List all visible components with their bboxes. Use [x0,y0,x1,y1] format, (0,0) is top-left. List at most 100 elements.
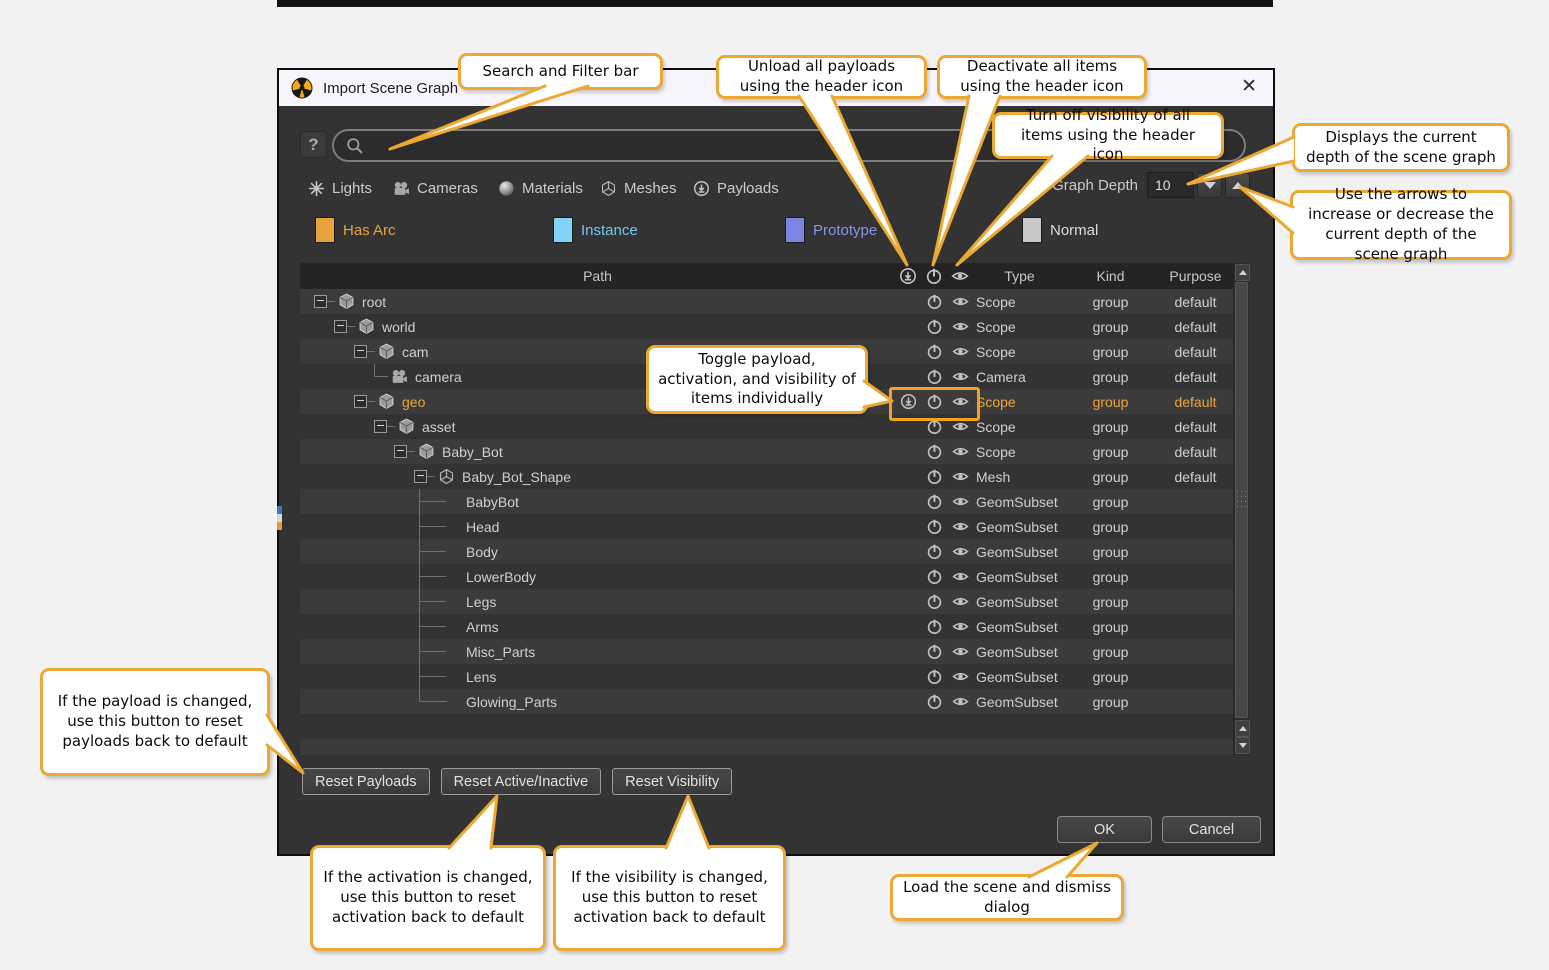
scroll-up-button-bottom[interactable] [1235,720,1250,737]
expander-icon[interactable] [374,420,387,433]
table-row[interactable]: worldScopegroupdefault [300,314,1233,339]
visibility-toggle-icon[interactable] [952,518,969,535]
activation-toggle-icon[interactable] [926,618,943,635]
depth-decrease-button[interactable] [1197,173,1222,198]
close-icon[interactable]: ✕ [1241,75,1257,98]
activation-toggle-icon[interactable] [926,418,943,435]
filter-item-payloads[interactable]: Payloads [693,176,779,200]
callout-visibility: Turn off visibility of all items using t… [992,112,1224,159]
tree-item-label: Baby_Bot_Shape [462,469,571,485]
visibility-toggle-icon[interactable] [952,668,969,685]
graph-depth-input[interactable] [1147,172,1194,198]
reset-payloads-button[interactable]: Reset Payloads [302,768,430,795]
visibility-toggle-icon[interactable] [952,618,969,635]
table-row[interactable]: Baby_Bot_ShapeMeshgroupdefault [300,464,1233,489]
activation-toggle-icon[interactable] [926,393,943,410]
expander-icon[interactable] [314,295,327,308]
visibility-toggle-icon[interactable] [952,368,969,385]
visibility-toggle-icon[interactable] [952,343,969,360]
tree-item-label: BabyBot [466,494,519,510]
table-row[interactable]: Glowing_PartsGeomSubsetgroup [300,689,1233,714]
expander-icon[interactable] [414,470,427,483]
column-header-path[interactable]: Path [300,263,895,289]
visibility-toggle-icon[interactable] [952,643,969,660]
expander-icon[interactable] [354,345,367,358]
activation-toggle-icon[interactable] [926,343,943,360]
payload-toggle-icon[interactable] [900,393,917,410]
table-row[interactable]: Misc_PartsGeomSubsetgroup [300,639,1233,664]
table-row[interactable]: rootScopegroupdefault [300,289,1233,314]
visibility-toggle-icon[interactable] [952,468,969,485]
deactivate-all-icon[interactable] [925,267,943,285]
activation-toggle-icon[interactable] [926,293,943,310]
expander-icon[interactable] [354,395,367,408]
scrollbar-thumb[interactable] [1235,282,1248,718]
column-header-type[interactable]: Type [973,268,1063,284]
scroll-down-button[interactable] [1235,737,1250,754]
cell-kind: group [1063,444,1158,460]
table-row[interactable]: LensGeomSubsetgroup [300,664,1233,689]
material-sphere-icon [498,180,515,197]
table-row[interactable]: LowerBodyGeomSubsetgroup [300,564,1233,589]
ok-button[interactable]: OK [1057,816,1152,843]
activation-toggle-icon[interactable] [926,668,943,685]
table-row[interactable]: HeadGeomSubsetgroup [300,514,1233,539]
column-header-kind[interactable]: Kind [1063,268,1158,284]
activation-toggle-icon[interactable] [926,643,943,660]
filter-item-meshes[interactable]: Meshes [600,176,677,200]
filter-item-cameras[interactable]: Cameras [393,176,478,200]
table-row[interactable]: LegsGeomSubsetgroup [300,589,1233,614]
scroll-up-button[interactable] [1235,264,1250,281]
activation-toggle-icon[interactable] [926,318,943,335]
visibility-toggle-icon[interactable] [952,418,969,435]
activation-toggle-icon[interactable] [926,593,943,610]
triangle-up-icon [1239,270,1247,275]
visibility-toggle-icon[interactable] [952,593,969,610]
cell-type: GeomSubset [973,694,1063,710]
cell-kind: group [1063,644,1158,660]
activation-toggle-icon[interactable] [926,518,943,535]
expander-icon[interactable] [334,320,347,333]
expander-icon[interactable] [394,445,407,458]
visibility-all-icon[interactable] [951,267,969,285]
activation-toggle-icon[interactable] [926,368,943,385]
activation-toggle-icon[interactable] [926,568,943,585]
activation-toggle-icon[interactable] [926,543,943,560]
left-edge-artifact [277,506,282,530]
filter-item-materials[interactable]: Materials [498,176,583,200]
activation-toggle-icon[interactable] [926,468,943,485]
help-button[interactable]: ? [300,131,327,158]
reset-active-inactive-button[interactable]: Reset Active/Inactive [441,768,602,795]
cell-kind: group [1063,569,1158,585]
visibility-toggle-icon[interactable] [952,693,969,710]
cancel-button[interactable]: Cancel [1162,816,1261,843]
vertical-scrollbar[interactable] [1233,263,1249,755]
table-row[interactable]: Baby_BotScopegroupdefault [300,439,1233,464]
filter-item-lights[interactable]: Lights [308,176,372,200]
depth-increase-button[interactable] [1225,173,1250,198]
filter-label: Meshes [624,180,677,197]
callout-text: Unload all payloads using the header ico… [728,57,915,97]
activation-toggle-icon[interactable] [926,693,943,710]
visibility-toggle-icon[interactable] [952,443,969,460]
table-row[interactable]: assetScopegroupdefault [300,414,1233,439]
column-header-purpose[interactable]: Purpose [1158,268,1233,284]
visibility-toggle-icon[interactable] [952,393,969,410]
visibility-toggle-icon[interactable] [952,293,969,310]
cell-kind: group [1063,519,1158,535]
table-row[interactable]: BabyBotGeomSubsetgroup [300,489,1233,514]
table-row[interactable]: BodyGeomSubsetgroup [300,539,1233,564]
tree-connector [419,489,465,514]
unload-all-payloads-icon[interactable] [899,267,917,285]
visibility-toggle-icon[interactable] [952,493,969,510]
table-row[interactable]: ArmsGeomSubsetgroup [300,614,1233,639]
reset-visibility-button[interactable]: Reset Visibility [612,768,732,795]
visibility-toggle-icon[interactable] [952,568,969,585]
visibility-toggle-icon[interactable] [952,543,969,560]
activation-toggle-icon[interactable] [926,443,943,460]
visibility-toggle-icon[interactable] [952,318,969,335]
activation-toggle-icon[interactable] [926,493,943,510]
cell-type: Mesh [973,469,1063,485]
tree-connector [419,564,465,589]
callout-text: Deactivate all items using the header ic… [949,57,1135,97]
